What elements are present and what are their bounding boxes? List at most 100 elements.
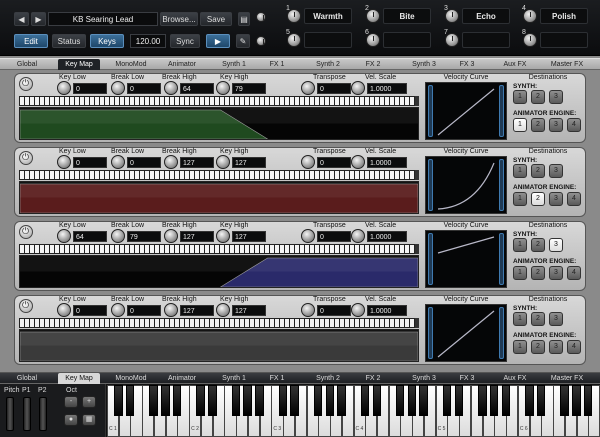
black-key[interactable] xyxy=(442,385,452,416)
transpose-knob[interactable] xyxy=(301,303,315,317)
velocity-curve-graph[interactable] xyxy=(425,230,507,288)
play-icon[interactable]: ▶ xyxy=(206,34,230,48)
velocity-min-slider[interactable] xyxy=(428,159,433,211)
vel-scale-value[interactable]: 1.0000 xyxy=(367,157,407,168)
black-key[interactable] xyxy=(337,385,346,416)
status-button[interactable]: Status xyxy=(52,34,86,48)
key-zone-graph[interactable] xyxy=(19,107,419,140)
black-key[interactable] xyxy=(572,385,581,416)
macro-name-3[interactable]: Echo xyxy=(462,8,510,24)
animator-dest-button-1[interactable]: 1 xyxy=(513,192,527,206)
black-key[interactable] xyxy=(419,385,428,416)
macro-name-4[interactable]: Polish xyxy=(540,8,588,24)
octave-up-button[interactable]: + xyxy=(82,396,96,408)
next-preset-button[interactable]: ▶ xyxy=(31,12,46,26)
bottom-tab-fx-3[interactable]: FX 3 xyxy=(452,373,482,384)
synth-dest-button-2[interactable]: 2 xyxy=(531,238,545,252)
break-high-value[interactable]: 127 xyxy=(180,157,214,168)
animator-dest-button-2[interactable]: 2 xyxy=(531,118,545,132)
animator-dest-button-4[interactable]: 4 xyxy=(567,192,581,206)
tab-monomod[interactable]: MonoMod xyxy=(112,59,150,70)
animator-dest-button-4[interactable]: 4 xyxy=(567,266,581,280)
animator-dest-button-2[interactable]: 2 xyxy=(531,192,545,206)
tab-fx-2[interactable]: FX 2 xyxy=(358,59,388,70)
break-low-value[interactable]: 0 xyxy=(127,157,161,168)
black-key[interactable] xyxy=(583,385,593,416)
key-high-knob[interactable] xyxy=(216,229,230,243)
synth-dest-button-3[interactable]: 3 xyxy=(549,312,563,326)
animator-dest-button-4[interactable]: 4 xyxy=(567,118,581,132)
break-low-knob[interactable] xyxy=(111,81,125,95)
bottom-tab-monomod[interactable]: MonoMod xyxy=(112,373,150,384)
synth-dest-button-2[interactable]: 2 xyxy=(531,90,545,104)
black-key[interactable] xyxy=(560,385,569,416)
tab-synth-1[interactable]: Synth 1 xyxy=(216,59,252,70)
transpose-value[interactable]: 0 xyxy=(317,305,351,316)
synth-dest-button-3[interactable]: 3 xyxy=(549,238,563,252)
power-icon[interactable] xyxy=(19,151,33,165)
key-zone-graph[interactable] xyxy=(19,255,419,288)
tab-master-fx[interactable]: Master FX xyxy=(544,59,590,70)
transpose-value[interactable]: 0 xyxy=(317,157,351,168)
mini-keyboard[interactable] xyxy=(19,318,419,328)
keys-button[interactable]: Keys xyxy=(90,34,124,48)
velocity-max-slider[interactable] xyxy=(499,159,504,211)
animator-dest-button-2[interactable]: 2 xyxy=(531,340,545,354)
animator-dest-button-1[interactable]: 1 xyxy=(513,266,527,280)
key-high-value[interactable]: 127 xyxy=(232,305,266,316)
black-key[interactable] xyxy=(407,385,417,416)
tab-fx-3[interactable]: FX 3 xyxy=(452,59,482,70)
velocity-min-slider[interactable] xyxy=(428,307,433,359)
key-low-knob[interactable] xyxy=(57,155,71,169)
black-key[interactable] xyxy=(525,385,534,416)
bottom-tab-master-fx[interactable]: Master FX xyxy=(544,373,590,384)
black-key[interactable] xyxy=(290,385,299,416)
vel-scale-knob[interactable] xyxy=(351,229,365,243)
animator-dest-button-3[interactable]: 3 xyxy=(549,340,563,354)
break-high-knob[interactable] xyxy=(164,303,178,317)
tab-aux-fx[interactable]: Aux FX xyxy=(500,59,530,70)
save-button[interactable]: Save xyxy=(200,12,232,26)
key-high-value[interactable]: 79 xyxy=(232,83,266,94)
vel-scale-knob[interactable] xyxy=(351,81,365,95)
black-key[interactable] xyxy=(114,385,123,416)
animator-dest-button-3[interactable]: 3 xyxy=(549,266,563,280)
prev-preset-button[interactable]: ◀ xyxy=(14,12,29,26)
p2-wheel[interactable] xyxy=(39,397,47,431)
key-low-knob[interactable] xyxy=(57,303,71,317)
transpose-knob[interactable] xyxy=(301,81,315,95)
break-high-value[interactable]: 127 xyxy=(180,305,214,316)
key-high-knob[interactable] xyxy=(216,303,230,317)
grid-icon[interactable]: ▦ xyxy=(82,414,96,426)
break-low-value[interactable]: 0 xyxy=(127,305,161,316)
black-key[interactable] xyxy=(231,385,241,416)
black-key[interactable] xyxy=(360,385,370,416)
power-icon[interactable] xyxy=(19,299,33,313)
break-high-value[interactable]: 64 xyxy=(180,83,214,94)
macro-name-7[interactable] xyxy=(462,32,510,48)
black-key[interactable] xyxy=(313,385,323,416)
bottom-tab-synth-2[interactable]: Synth 2 xyxy=(310,373,346,384)
velocity-max-slider[interactable] xyxy=(499,85,504,137)
black-key[interactable] xyxy=(395,385,405,416)
velocity-curve-graph[interactable] xyxy=(425,82,507,140)
tab-fx-1[interactable]: FX 1 xyxy=(262,59,292,70)
tab-synth-2[interactable]: Synth 2 xyxy=(310,59,346,70)
break-high-value[interactable]: 127 xyxy=(180,231,214,242)
velocity-min-slider[interactable] xyxy=(428,233,433,285)
animator-dest-button-1[interactable]: 1 xyxy=(513,340,527,354)
synth-dest-button-2[interactable]: 2 xyxy=(531,312,545,326)
transpose-knob[interactable] xyxy=(301,155,315,169)
octave-down-button[interactable]: - xyxy=(64,396,78,408)
synth-dest-button-2[interactable]: 2 xyxy=(531,164,545,178)
transpose-value[interactable]: 0 xyxy=(317,231,351,242)
key-high-value[interactable]: 127 xyxy=(232,157,266,168)
browse-button[interactable]: Browse... xyxy=(160,12,198,26)
p1-wheel[interactable] xyxy=(23,397,31,431)
key-low-knob[interactable] xyxy=(57,229,71,243)
power-icon[interactable] xyxy=(19,225,33,239)
black-key[interactable] xyxy=(489,385,499,416)
key-high-knob[interactable] xyxy=(216,81,230,95)
bottom-tab-synth-3[interactable]: Synth 3 xyxy=(406,373,442,384)
black-key[interactable] xyxy=(478,385,487,416)
